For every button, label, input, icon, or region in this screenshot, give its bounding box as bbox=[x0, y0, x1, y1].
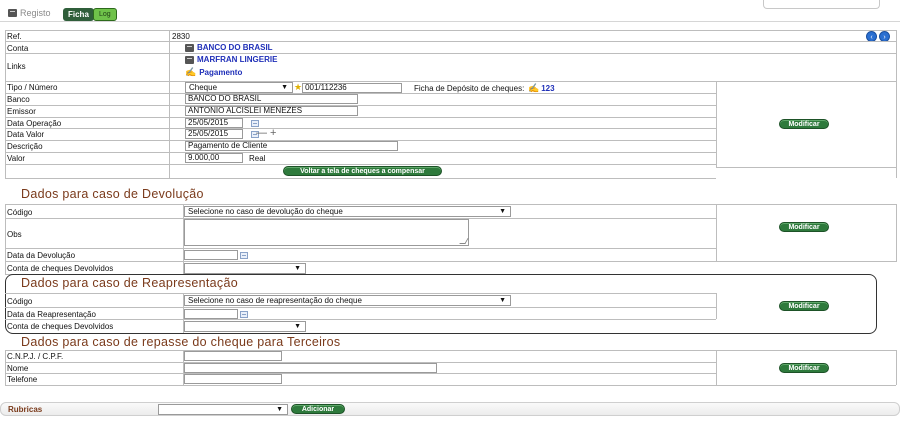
repasse-telefone-label: Telefone bbox=[7, 375, 38, 384]
dropdown-arrow-icon: ▼ bbox=[499, 297, 506, 304]
numero-input[interactable]: 001/112236 bbox=[302, 82, 403, 93]
tab-log[interactable]: Log bbox=[93, 8, 117, 21]
banco-input[interactable]: BANCO DO BRASIL bbox=[185, 94, 358, 104]
rubricas-select[interactable]: ▼ bbox=[158, 404, 288, 415]
numero-field[interactable]: ★ 001/112236 bbox=[294, 82, 403, 93]
links-item-pagamento-text: Pagamento bbox=[199, 68, 243, 77]
reapresentacao-title: Dados para caso de Reapresentação bbox=[21, 276, 238, 290]
data-operacao-input[interactable]: 25/05/2015 bbox=[185, 118, 243, 128]
book-icon bbox=[8, 9, 17, 17]
star-icon: ★ bbox=[294, 82, 303, 92]
dropdown-arrow-icon: ▼ bbox=[294, 323, 301, 330]
rubricas-label: Rubricas bbox=[8, 405, 43, 414]
tab-ficha[interactable]: Ficha bbox=[63, 8, 94, 21]
reapresentacao-codigo-label: Código bbox=[7, 297, 33, 306]
conta-link[interactable]: BANCO DO BRASIL bbox=[185, 43, 273, 52]
devolucao-codigo-label: Código bbox=[7, 208, 33, 217]
bank-book-icon bbox=[185, 43, 194, 52]
ref-label: Ref. bbox=[7, 32, 22, 41]
descricao-input[interactable]: Pagamento de Cliente bbox=[185, 141, 398, 151]
repasse-cnpj-label: C.N.P.J. / C.P.F. bbox=[7, 352, 64, 361]
rubricas-bar bbox=[0, 402, 900, 416]
devolucao-codigo-select[interactable]: Selecione no caso de devolução do cheque… bbox=[184, 206, 511, 217]
links-item-marfran-text: MARFRAN LINGERIE bbox=[197, 55, 278, 64]
repasse-nome-input[interactable] bbox=[184, 363, 437, 373]
valor-currency: Real bbox=[249, 154, 266, 163]
links-label: Links bbox=[7, 62, 26, 71]
calendar-icon[interactable] bbox=[240, 252, 248, 259]
repasse-nome-label: Nome bbox=[7, 364, 29, 373]
devolucao-data-label: Data da Devolução bbox=[7, 251, 76, 260]
reapresentacao-conta-label: Conta de cheques Devolvidos bbox=[7, 322, 114, 331]
dropdown-arrow-icon: ▼ bbox=[281, 84, 288, 91]
data-operacao-label: Data Operação bbox=[7, 119, 62, 128]
devolucao-data-input[interactable] bbox=[184, 250, 238, 260]
deposito-label: Ficha de Depósito de cheques: bbox=[414, 84, 525, 93]
deposito-value: 123 bbox=[541, 84, 555, 93]
reapresentacao-codigo-select[interactable]: Selecione no caso de reapresentação do c… bbox=[184, 295, 511, 306]
links-item-pagamento[interactable]: ✍ Pagamento bbox=[185, 67, 242, 78]
calendar-icon[interactable] bbox=[251, 120, 259, 127]
modificar-ficha-button[interactable]: Modificar bbox=[779, 119, 829, 129]
banco-label: Banco bbox=[7, 95, 30, 104]
emissor-input[interactable]: ANTONIO ALCISLEI MENEZES bbox=[185, 106, 358, 116]
emissor-label: Emissor bbox=[7, 107, 36, 116]
repasse-cnpj-input[interactable] bbox=[184, 351, 282, 361]
tipo-select[interactable]: Cheque ▼ bbox=[185, 82, 293, 93]
tipo-label: Tipo / Número bbox=[7, 83, 58, 92]
conta-link-text: BANCO DO BRASIL bbox=[197, 43, 273, 52]
dropdown-arrow-icon: ▼ bbox=[499, 208, 506, 215]
adicionar-button[interactable]: Adicionar bbox=[291, 404, 345, 414]
valor-label: Valor bbox=[7, 154, 26, 163]
tab-registo-label: Registo bbox=[20, 8, 51, 18]
date-adjust-controls[interactable]: — + bbox=[256, 127, 276, 139]
conta-label: Conta bbox=[7, 44, 29, 53]
devolucao-conta-select[interactable]: ▼ bbox=[184, 263, 306, 274]
devolucao-codigo-value: Selecione no caso de devolução do cheque bbox=[188, 207, 343, 216]
reapresentacao-codigo-value: Selecione no caso de reapresentação do c… bbox=[188, 296, 362, 305]
valor-input[interactable]: 9.000,00 bbox=[185, 153, 243, 163]
dropdown-arrow-icon: ▼ bbox=[294, 265, 301, 272]
tab-registo[interactable]: Registo bbox=[8, 8, 51, 18]
repasse-telefone-input[interactable] bbox=[184, 374, 282, 384]
modificar-repasse-button[interactable]: Modificar bbox=[779, 363, 829, 373]
corner-panel bbox=[763, 0, 880, 9]
descricao-label: Descrição bbox=[7, 142, 43, 151]
repasse-title: Dados para caso de repasse do cheque par… bbox=[21, 335, 341, 349]
devolucao-obs-textarea[interactable] bbox=[184, 219, 469, 246]
ref-value: 2830 bbox=[172, 32, 190, 41]
modificar-devolucao-button[interactable]: Modificar bbox=[779, 222, 829, 232]
data-valor-input[interactable]: 25/05/2015 bbox=[185, 129, 243, 139]
voltar-button[interactable]: Voltar a tela de cheques a compensar bbox=[283, 166, 442, 176]
calendar-icon[interactable] bbox=[240, 311, 248, 318]
links-item-marfran[interactable]: MARFRAN LINGERIE bbox=[185, 55, 277, 64]
reapresentacao-conta-select[interactable]: ▼ bbox=[184, 321, 306, 332]
devolucao-title: Dados para caso de Devolução bbox=[21, 187, 204, 201]
tipo-select-value: Cheque bbox=[189, 83, 218, 92]
signature-icon: ✍ bbox=[185, 67, 197, 77]
data-valor-label: Data Valor bbox=[7, 130, 45, 139]
devolucao-conta-label: Conta de cheques Devolvidos bbox=[7, 264, 114, 273]
client-book-icon bbox=[185, 55, 194, 64]
reapresentacao-data-label: Data da Reapresentação bbox=[7, 310, 96, 319]
devolucao-obs-label: Obs bbox=[7, 230, 22, 239]
reapresentacao-data-input[interactable] bbox=[184, 309, 238, 319]
modificar-reapresentacao-button[interactable]: Modificar bbox=[779, 301, 829, 311]
dropdown-arrow-icon: ▼ bbox=[276, 406, 283, 413]
